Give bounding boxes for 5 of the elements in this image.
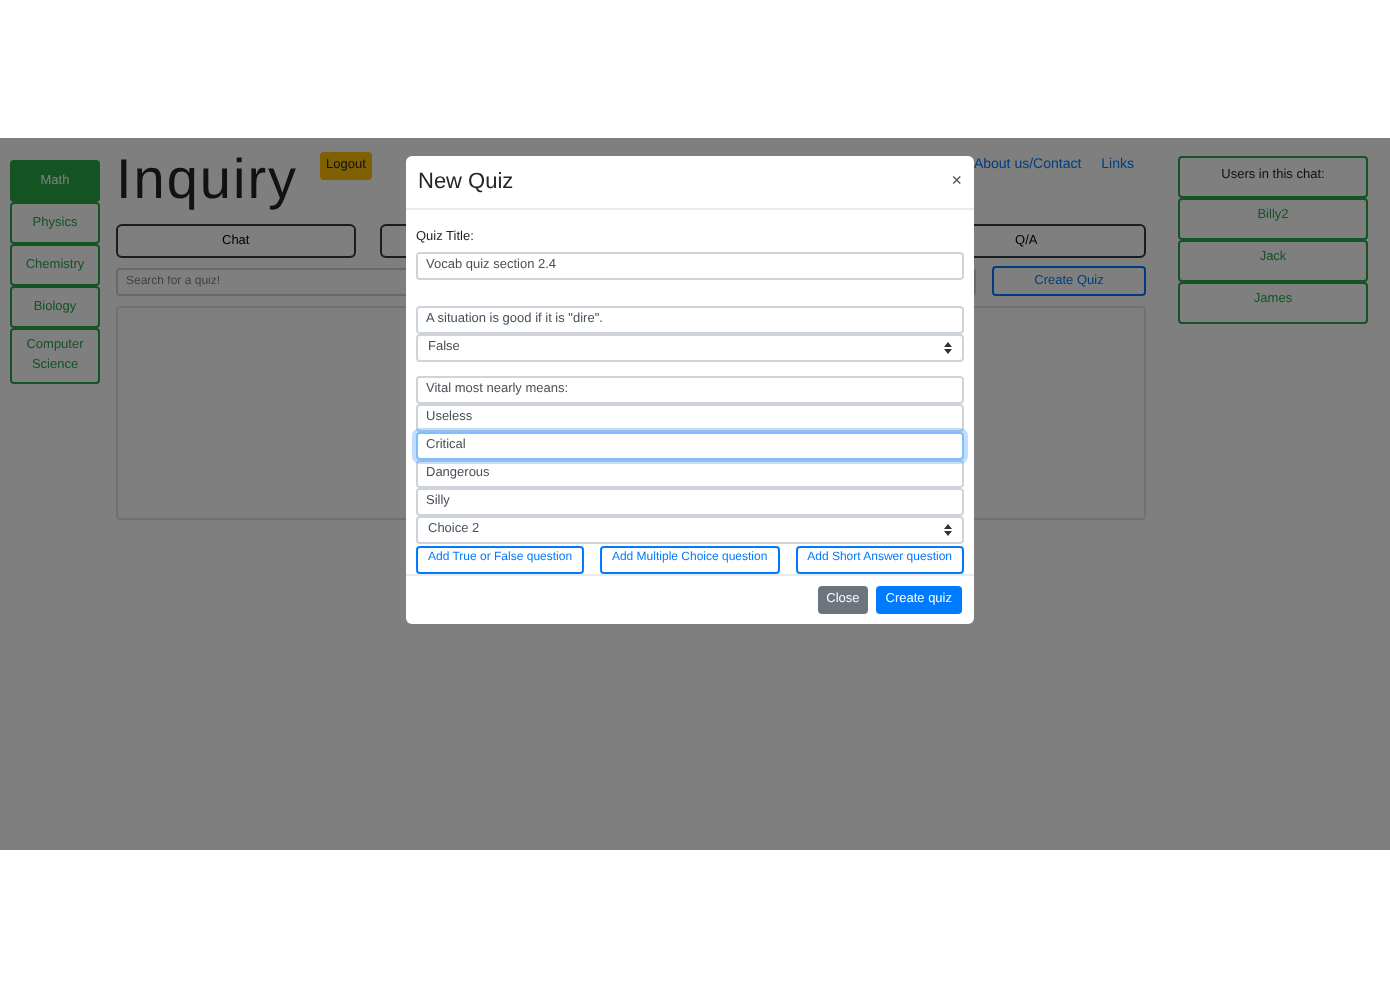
dialog-title: New Quiz — [418, 167, 514, 198]
select-arrows-icon — [944, 341, 952, 354]
app-title: Inquiry — [116, 146, 299, 214]
close-button[interactable]: × — [951, 168, 962, 196]
select-arrows-icon — [944, 523, 952, 536]
